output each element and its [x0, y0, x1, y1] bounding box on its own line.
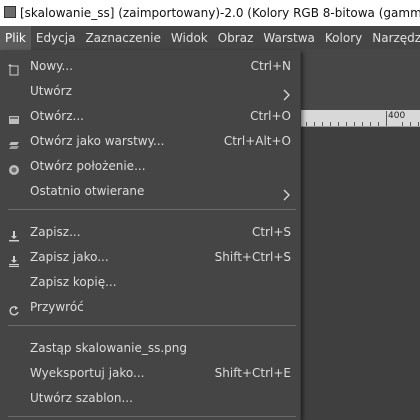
- menu-item-create[interactable]: Utwórz: [0, 79, 300, 103]
- ruler-tick: [306, 122, 307, 126]
- menu-item-label: Nowy...: [30, 59, 73, 73]
- revert-icon: [8, 301, 20, 316]
- menu-narzedzia[interactable]: Narzędzia: [367, 26, 420, 50]
- menu-item-export-as[interactable]: Wyeksportuj jako... Shift+Ctrl+E: [0, 361, 300, 385]
- open-icon: [8, 110, 20, 124]
- menu-item-create-template[interactable]: Utwórz szablon...: [0, 386, 300, 410]
- ruler-tick: [370, 122, 371, 126]
- menu-item-label: Otwórz jako warstwy...: [30, 134, 165, 148]
- submenu-arrow-icon: [280, 185, 292, 201]
- menu-item-label: Zastąp skalowanie_ss.png: [30, 341, 187, 355]
- horizontal-ruler[interactable]: 400: [300, 110, 420, 127]
- menu-item-label: Otwórz...: [30, 109, 84, 123]
- file-menu: Nowy... Ctrl+N Utwórz Otwórz... Ctrl+O O…: [0, 50, 301, 420]
- menu-item-label: Utwórz: [30, 84, 72, 98]
- menu-item-shortcut: Ctrl+N: [250, 59, 291, 73]
- save-as-icon: [8, 251, 20, 267]
- menu-item-save-as[interactable]: Zapisz jako... Shift+Ctrl+S: [0, 245, 300, 269]
- submenu-arrow-icon: [280, 85, 292, 101]
- menu-item-shortcut: Ctrl+O: [250, 109, 291, 123]
- save-icon: [8, 226, 20, 242]
- menu-item-label: Zapisz...: [30, 225, 81, 239]
- ruler-label: 400: [388, 111, 406, 121]
- ruler-tick: [418, 122, 419, 126]
- menu-item-overwrite[interactable]: Zastąp skalowanie_ss.png: [0, 336, 300, 360]
- menu-item-label: Przywróć: [30, 300, 84, 314]
- app-icon: [4, 6, 16, 18]
- menu-item-revert[interactable]: Przywróć: [0, 295, 300, 319]
- ruler-tick: [346, 122, 347, 126]
- menu-plik[interactable]: Plik: [0, 26, 31, 50]
- image-canvas[interactable]: [300, 127, 420, 420]
- ruler-tick: [410, 122, 411, 126]
- menu-warstwa[interactable]: Warstwa: [258, 26, 320, 50]
- menu-item-label: Wyeksportuj jako...: [30, 366, 145, 380]
- title-bar: [skalowanie_ss] (zaimportowany)-2.0 (Kol…: [0, 0, 420, 26]
- menu-kolory[interactable]: Kolory: [320, 26, 367, 50]
- ruler-tick: [362, 122, 363, 126]
- menu-item-recent[interactable]: Ostatnio otwierane: [0, 179, 300, 203]
- menu-edycja[interactable]: Edycja: [31, 26, 81, 50]
- menu-item-shortcut: Ctrl+S: [251, 225, 291, 239]
- ruler-tick: [378, 122, 379, 126]
- menu-separator: [8, 416, 296, 417]
- menu-item-shortcut: Ctrl+Alt+O: [223, 134, 291, 148]
- menu-item-open-location[interactable]: Otwórz położenie...: [0, 154, 300, 178]
- window-title: [skalowanie_ss] (zaimportowany)-2.0 (Kol…: [20, 6, 420, 20]
- menu-item-label: Ostatnio otwierane: [30, 184, 145, 198]
- ruler-tick: [354, 122, 355, 126]
- ruler-tick: [386, 111, 387, 126]
- menu-item-save-copy[interactable]: Zapisz kopię...: [0, 270, 300, 294]
- open-layers-icon: [8, 135, 20, 149]
- menu-separator: [8, 325, 296, 326]
- menu-obraz[interactable]: Obraz: [213, 26, 259, 50]
- ruler-tick: [330, 122, 331, 126]
- open-location-icon: [8, 160, 20, 175]
- menu-widok[interactable]: Widok: [166, 26, 213, 50]
- menu-item-open[interactable]: Otwórz... Ctrl+O: [0, 104, 300, 128]
- menu-item-shortcut: Shift+Ctrl+E: [214, 366, 291, 380]
- ruler-tick: [338, 122, 339, 126]
- ruler-tick: [402, 122, 403, 126]
- menu-item-label: Utwórz szablon...: [30, 391, 133, 405]
- menu-item-label: Zapisz jako...: [30, 250, 109, 264]
- menu-item-label: Otwórz położenie...: [30, 159, 146, 173]
- ruler-tick: [322, 122, 323, 126]
- menu-separator: [8, 209, 296, 210]
- menu-item-open-as-layers[interactable]: Otwórz jako warstwy... Ctrl+Alt+O: [0, 129, 300, 153]
- menu-item-shortcut: Shift+Ctrl+S: [214, 250, 291, 264]
- menu-zaznaczenie[interactable]: Zaznaczenie: [80, 26, 165, 50]
- menu-item-label: Zapisz kopię...: [30, 275, 117, 289]
- menu-item-save[interactable]: Zapisz... Ctrl+S: [0, 220, 300, 244]
- new-icon: [8, 60, 20, 76]
- ruler-tick: [314, 122, 315, 126]
- menu-item-new[interactable]: Nowy... Ctrl+N: [0, 54, 300, 78]
- menu-bar: Plik Edycja Zaznaczenie Widok Obraz Warstwa Ko…: [0, 26, 420, 50]
